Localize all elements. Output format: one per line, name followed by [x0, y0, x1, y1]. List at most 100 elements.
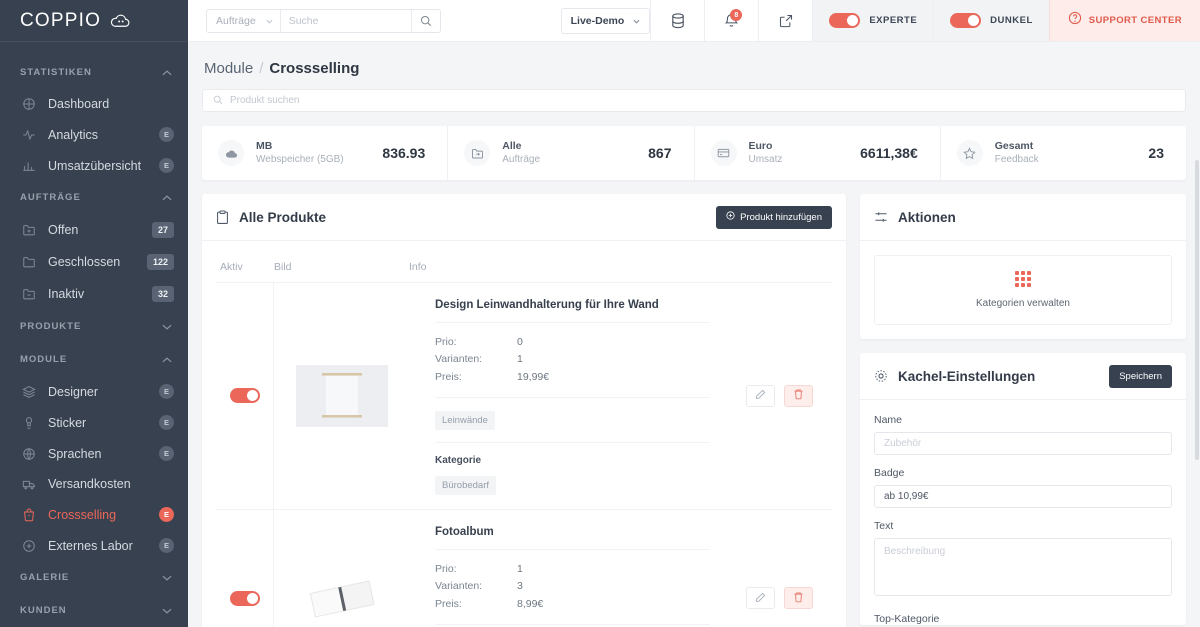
breadcrumb-parent[interactable]: Module [204, 60, 253, 77]
stat-value: 6611,38€ [860, 145, 918, 161]
sidebar-section-statistiken[interactable]: STATISTIKEN [0, 56, 188, 89]
toggle-switch[interactable] [950, 13, 982, 28]
sidebar-item-versandkosten[interactable]: Versandkosten [0, 469, 188, 499]
sidebar-item-label: Versandkosten [48, 477, 131, 491]
sticker-icon [22, 416, 36, 430]
layers-icon [22, 385, 36, 399]
sidebar-item-label: Offen [48, 223, 79, 237]
delete-product-button[interactable] [783, 587, 813, 610]
sidebar-section-module[interactable]: MODULE [0, 343, 188, 376]
plus-circle-icon [726, 211, 735, 223]
cloud-icon [218, 140, 244, 166]
search-submit-button[interactable] [410, 9, 440, 32]
help-circle-icon [1068, 11, 1082, 30]
product-image-cell [274, 283, 409, 509]
chevron-up-icon [162, 356, 172, 363]
scrollbar-thumb[interactable] [1195, 160, 1199, 460]
search-scope-select[interactable]: Aufträge [207, 9, 281, 32]
app-root: COPPIO STATISTIKEN Dashboard Analytics E Ums… [0, 0, 1200, 627]
expert-mode-toggle[interactable]: EXPERTE [812, 0, 934, 41]
sidebar-section-aufträge[interactable]: AUFTRÄGE [0, 181, 188, 214]
actions-card-header: Aktionen [860, 194, 1186, 241]
support-center-label: SUPPORT CENTER [1088, 15, 1182, 26]
table-row: Design Leinwandhalterung für Ihre Wand Pr… [216, 283, 832, 510]
spec-value: 0 [517, 336, 523, 348]
dashboard-icon [22, 97, 36, 111]
field-textarea-text[interactable] [874, 538, 1172, 596]
brand-logo[interactable]: COPPIO [0, 0, 188, 42]
search-input[interactable] [280, 9, 411, 32]
global-search-group[interactable]: Aufträge [206, 8, 441, 33]
sidebar-section-produkte[interactable]: PRODUKTE [0, 310, 188, 343]
field-input-name[interactable] [874, 432, 1172, 455]
stat-subtitle: Umsatz [748, 154, 783, 166]
chevron-down-icon [266, 15, 273, 27]
spec-key: Preis: [435, 597, 462, 610]
notification-badge: 8 [730, 9, 743, 21]
stat-title: Euro [748, 140, 773, 153]
sidebar-item-analytics[interactable]: Analytics E [0, 119, 188, 150]
external-link-icon[interactable] [758, 0, 812, 41]
sidebar-item-externes-labor[interactable]: Externes Labor E [0, 530, 188, 561]
folder-plus-icon [22, 223, 36, 237]
product-specs: Prio: 0 Varianten: 1 Preis: 19,99€ [435, 323, 710, 398]
edit-product-button[interactable] [745, 384, 775, 407]
save-button[interactable]: Speichern [1109, 364, 1172, 388]
edit-product-button[interactable] [745, 587, 775, 610]
chevron-down-icon [162, 608, 172, 614]
add-product-button[interactable]: Produkt hinzufügen [716, 205, 832, 229]
stat-card: Euro Umsatz 6611,38€ [695, 126, 941, 180]
breadcrumb-current: Crossselling [269, 60, 360, 77]
sidebar-item-designer[interactable]: Designer E [0, 376, 188, 407]
product-active-toggle[interactable] [229, 590, 260, 606]
sidebar-section-kunden[interactable]: KUNDEN [0, 594, 188, 627]
sidebar-item-badge: 27 [151, 222, 174, 238]
trash-icon [793, 388, 804, 403]
chevron-down-icon [633, 15, 640, 27]
sidebar-nav: STATISTIKEN Dashboard Analytics E Umsatzüber… [0, 42, 188, 627]
topbar-left: Aufträge [188, 0, 561, 41]
right-column: Aktionen Kategorien verwalten Kachel-Ein… [860, 194, 1186, 627]
product-specs: Prio: 1 Varianten: 3 Preis: 8,99€ [435, 550, 710, 625]
column-header-bild: Bild [274, 261, 292, 273]
manage-categories-tile[interactable]: Kategorien verwalten [874, 255, 1172, 325]
folder-icon [22, 255, 36, 269]
scrollbar[interactable] [1195, 0, 1200, 627]
cloud-icon [109, 14, 131, 28]
products-table-header: Aktiv Bild Info [216, 253, 832, 283]
bell-icon[interactable]: 8 [704, 0, 758, 41]
sidebar-item-dashboard[interactable]: Dashboard [0, 89, 188, 119]
product-search-bar[interactable] [202, 89, 1186, 112]
spec-key: Preis: [435, 370, 462, 383]
add-product-label: Produkt hinzufügen [740, 211, 822, 223]
dark-mode-toggle[interactable]: DUNKEL [933, 0, 1049, 41]
sidebar-item-umsatz-bersicht[interactable]: Umsatzübersicht E [0, 150, 188, 181]
chevron-down-icon [162, 324, 172, 330]
chevron-up-icon [162, 69, 172, 76]
sidebar-item-geschlossen[interactable]: Geschlossen 122 [0, 246, 188, 278]
toggle-switch[interactable] [829, 13, 861, 28]
pencil-icon [755, 591, 766, 606]
sidebar-item-sticker[interactable]: Sticker E [0, 407, 188, 438]
delete-product-button[interactable] [783, 384, 813, 407]
sidebar-item-label: Inaktiv [48, 287, 85, 301]
product-active-toggle[interactable] [229, 388, 260, 404]
support-center-button[interactable]: SUPPORT CENTER [1048, 0, 1200, 41]
spec-key: Prio: [435, 562, 457, 575]
sidebar-item-crossselling[interactable]: Crossselling E [0, 499, 188, 530]
sidebar-item-sprachen[interactable]: Sprachen E [0, 438, 188, 469]
product-search-input[interactable] [230, 95, 1175, 106]
database-icon[interactable] [650, 0, 704, 41]
environment-selector[interactable]: Live-Demo [560, 7, 651, 34]
sidebar-item-badge: 32 [151, 286, 174, 302]
product-title: Design Leinwandhalterung für Ihre Wand [435, 299, 710, 323]
sidebar-item-inaktiv[interactable]: Inaktiv 32 [0, 278, 188, 310]
sidebar-item-offen[interactable]: Offen 27 [0, 214, 188, 246]
field-input-badge[interactable] [874, 485, 1172, 508]
topbar-icons: 8 [650, 0, 812, 41]
product-title: Fotoalbum [435, 526, 710, 550]
spec-value: 8,99€ [517, 597, 544, 610]
topbar-center: Live-Demo [560, 0, 651, 41]
category-tag: Bürobedarf [435, 475, 497, 495]
sidebar-section-galerie[interactable]: GALERIE [0, 561, 188, 594]
